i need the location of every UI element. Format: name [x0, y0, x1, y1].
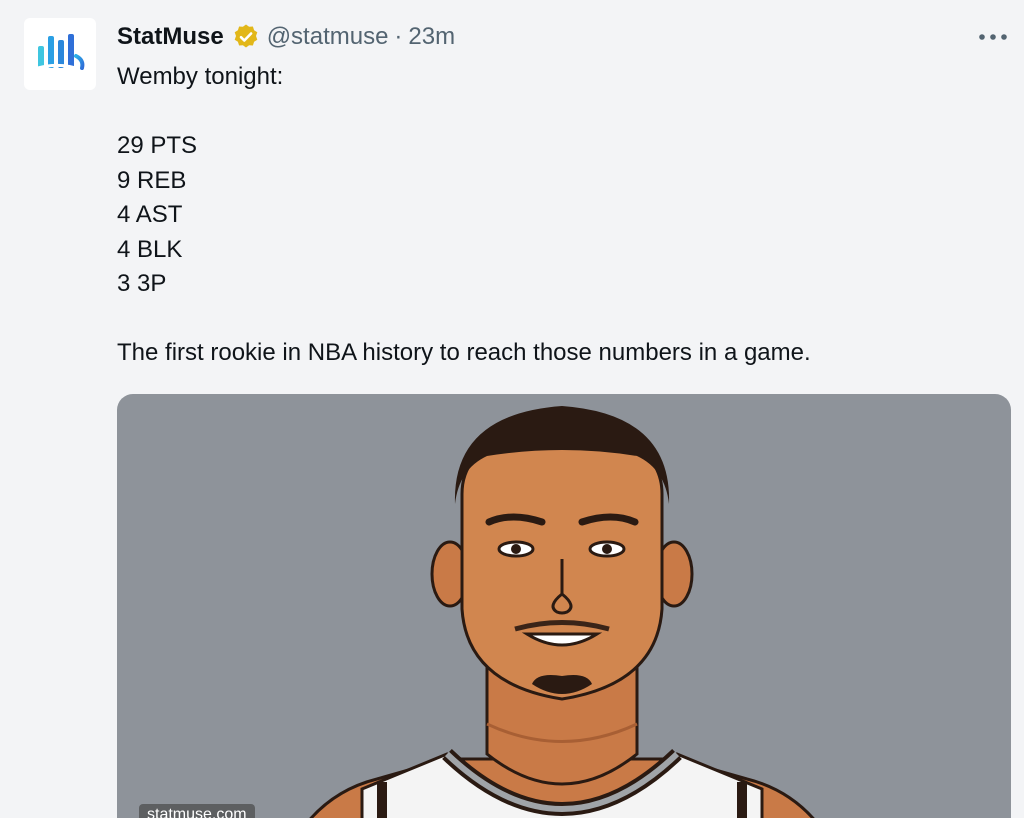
handle[interactable]: @statmuse: [267, 23, 389, 51]
more-horizontal-icon: [979, 34, 1007, 40]
player-illustration: [309, 406, 815, 818]
tweet-closing-line: The first rookie in NBA history to reach…: [117, 339, 811, 366]
stat-line-3p: 3 3P: [117, 270, 167, 297]
separator-dot: ·: [394, 23, 403, 50]
avatar[interactable]: [24, 18, 96, 90]
statmuse-logo-icon: [37, 34, 85, 72]
tweet-text: Wemby tonight: 29 PTS 9 REB 4 AST 4 BLK …: [117, 60, 811, 371]
tweet-media-image[interactable]: statmuse.com: [117, 394, 1011, 818]
stat-line-reb: 9 REB: [117, 166, 187, 194]
tweet-header: StatMuse @statmuse · 23m: [117, 22, 455, 52]
timestamp[interactable]: 23m: [408, 23, 455, 51]
display-name[interactable]: StatMuse: [117, 23, 224, 51]
stat-line-pts: 29 PTS: [117, 132, 198, 159]
stat-line-ast: 4 AST: [117, 201, 183, 228]
tweet-intro-line: Wemby tonight:: [117, 63, 284, 90]
verified-badge-icon[interactable]: [232, 23, 260, 51]
stat-line-blk: 4 BLK: [117, 235, 183, 263]
tweet: StatMuse @statmuse · 23m Wemby tonight: …: [0, 0, 1024, 818]
watermark: statmuse.com: [139, 804, 255, 818]
more-button[interactable]: [976, 22, 1010, 52]
